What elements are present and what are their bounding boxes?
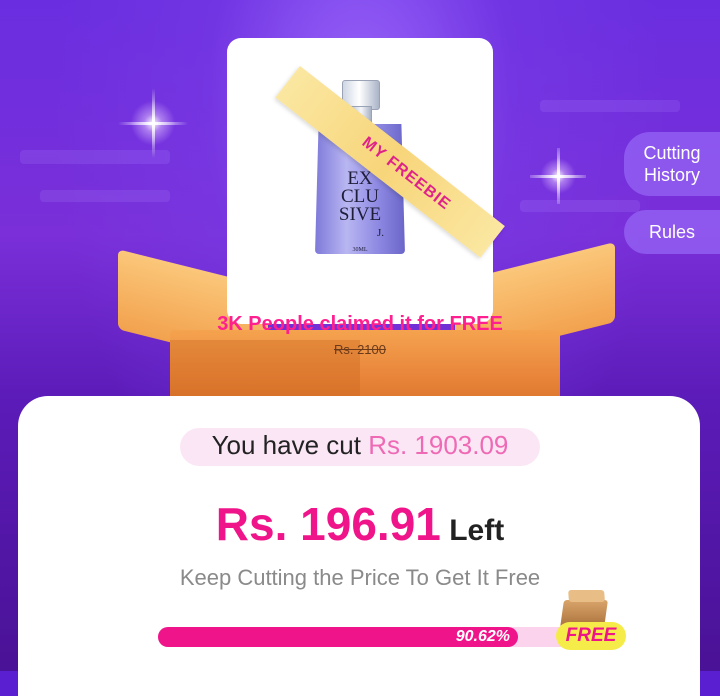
bottle-volume: 30ML — [352, 247, 368, 253]
remaining-suffix: Left — [440, 514, 505, 547]
original-price: Rs. 2100 — [333, 342, 387, 357]
remaining-price: Rs. 196.91 Left — [0, 497, 720, 551]
sparkle-icon — [530, 148, 586, 204]
free-goal-label: FREE — [565, 625, 617, 646]
cutting-history-label: Cutting History — [643, 143, 701, 185]
progress-percent: 90.62% — [455, 628, 510, 645]
rules-button[interactable]: Rules — [624, 210, 720, 254]
remaining-amount: Rs. 196.91 — [215, 498, 441, 550]
cutting-history-button[interactable]: Cutting History — [624, 132, 720, 196]
cut-summary: You have cut Rs. 1903.09 — [0, 430, 720, 461]
claimed-count-text: 3K People claimed it for FREE — [217, 313, 503, 335]
cut-amount: Rs. 1903.09 — [368, 430, 509, 460]
instruction-text: Keep Cutting the Price To Get It Free — [179, 565, 541, 590]
shelf-decoration — [540, 100, 680, 112]
progress-bar — [158, 627, 622, 647]
shelf-decoration — [40, 190, 170, 202]
sparkle-icon — [118, 88, 188, 158]
cut-prefix: You have cut — [211, 430, 369, 460]
bottle-brand-text: EX CLU SIVE — [338, 168, 382, 225]
bottle-mark: J. — [376, 227, 384, 239]
rules-label: Rules — [648, 222, 696, 242]
free-goal-badge: FREE — [556, 622, 626, 650]
